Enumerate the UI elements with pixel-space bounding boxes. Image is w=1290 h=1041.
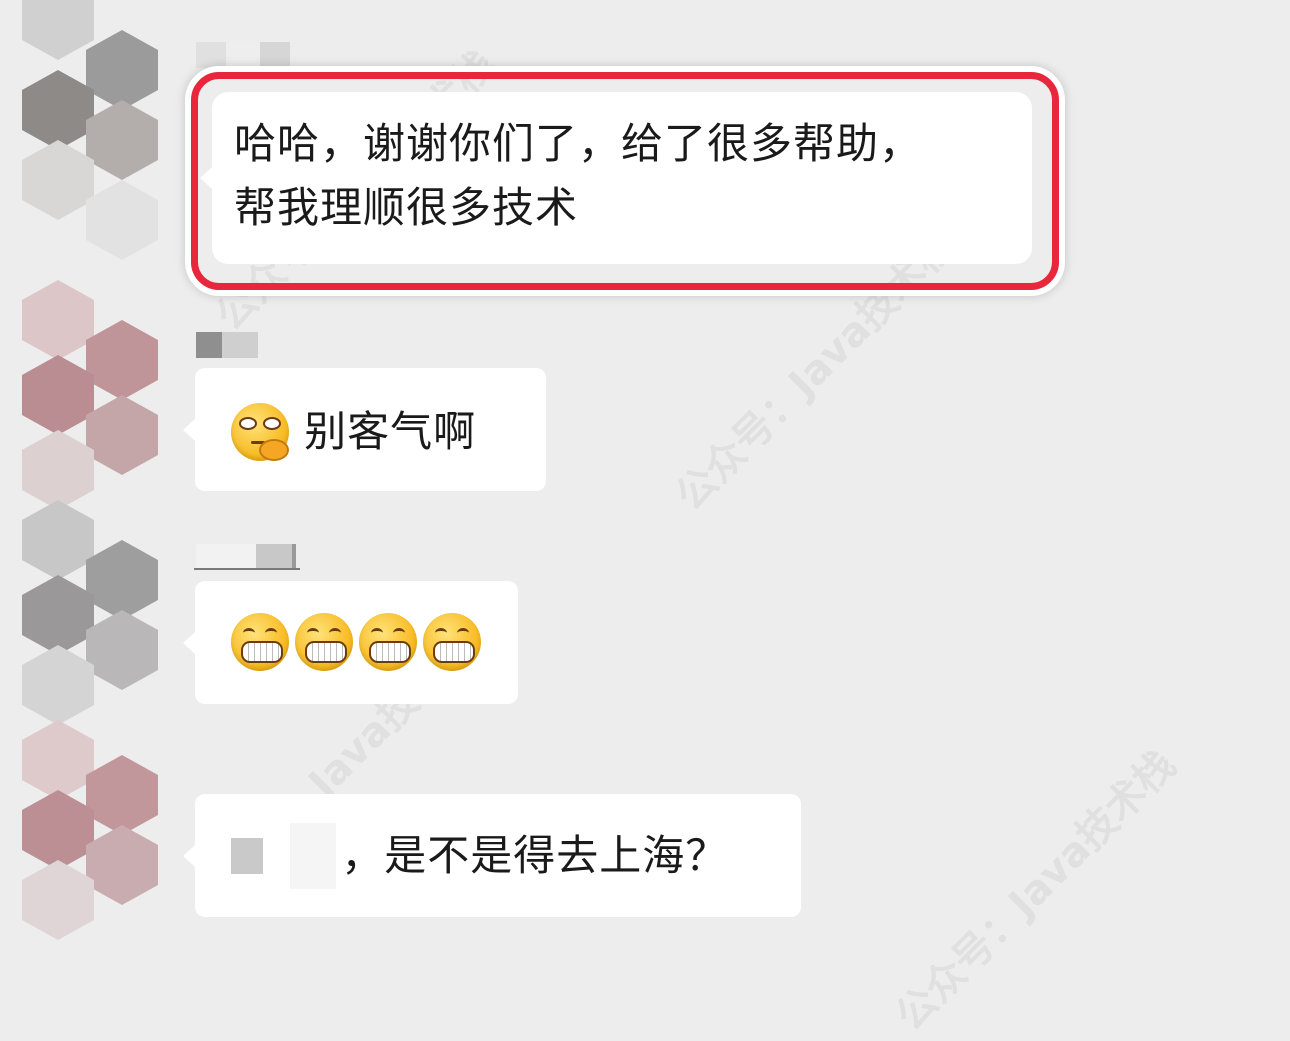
avatar[interactable]	[22, 720, 94, 800]
watermark: 公众号：Java技术栈	[887, 741, 1185, 1040]
avatar-column	[0, 0, 175, 948]
avatar[interactable]	[22, 790, 94, 870]
message-text: 哈哈，谢谢你们了，给了很多帮助，	[234, 119, 923, 168]
message-text: 帮我理顺很多技术	[234, 183, 579, 232]
avatar[interactable]	[22, 70, 94, 150]
message-text: ，是不是得去上海？	[341, 831, 729, 880]
avatar[interactable]	[86, 755, 158, 835]
sender-name-blurred	[196, 544, 296, 570]
avatar[interactable]	[22, 500, 94, 580]
avatar[interactable]	[22, 140, 94, 220]
avatar[interactable]	[86, 100, 158, 180]
redacted-name	[231, 838, 263, 874]
avatar[interactable]	[22, 280, 94, 360]
avatar[interactable]	[86, 825, 158, 905]
message-bubble[interactable]: ，是不是得去上海？	[183, 794, 801, 917]
avatar[interactable]	[86, 395, 158, 475]
grinning-face-icon	[359, 613, 417, 671]
message-bubble[interactable]	[183, 581, 518, 704]
thinking-face-icon	[231, 403, 289, 461]
avatar[interactable]	[22, 575, 94, 655]
avatar[interactable]	[22, 860, 94, 940]
avatar[interactable]	[22, 430, 94, 510]
avatar[interactable]	[86, 610, 158, 690]
sender-name-blurred	[196, 332, 258, 358]
sender-name-blurred	[196, 42, 290, 68]
avatar[interactable]	[86, 320, 158, 400]
grinning-face-icon	[295, 613, 353, 671]
message-text: 别客气啊	[304, 407, 477, 456]
avatar[interactable]	[22, 355, 94, 435]
message-bubble[interactable]: 别客气啊	[183, 368, 546, 491]
avatar[interactable]	[22, 0, 94, 60]
avatar[interactable]	[86, 540, 158, 620]
avatar[interactable]	[86, 30, 158, 110]
grinning-face-icon	[423, 613, 481, 671]
divider	[194, 568, 300, 570]
avatar[interactable]	[86, 180, 158, 260]
redacted-name	[290, 823, 337, 889]
avatar[interactable]	[22, 645, 94, 725]
grinning-face-icon	[231, 613, 289, 671]
message-bubble[interactable]: 哈哈，谢谢你们了，给了很多帮助， 帮我理顺很多技术	[200, 92, 1032, 264]
